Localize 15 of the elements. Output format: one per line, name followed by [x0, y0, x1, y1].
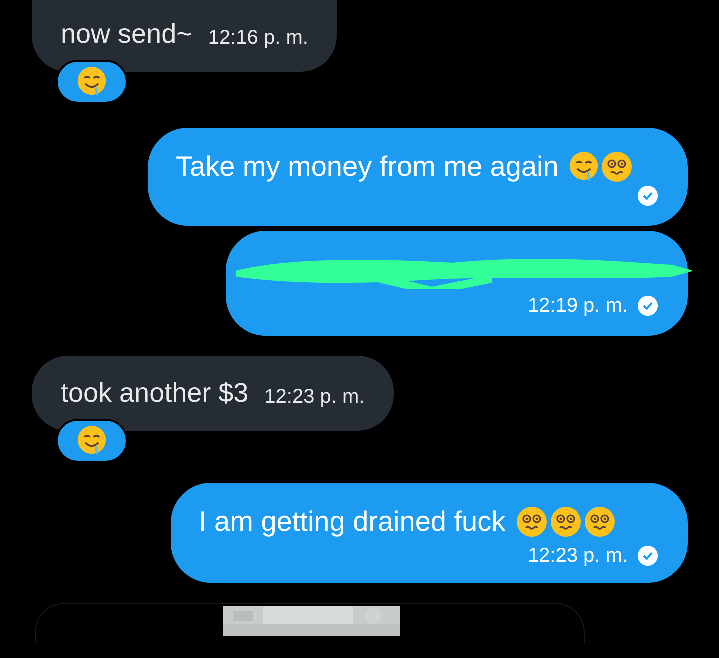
message-text: now send~: [61, 18, 192, 52]
dizzy-face-icon: [516, 506, 548, 538]
message-text: took another $3: [61, 377, 249, 410]
dizzy-face-icon: [584, 506, 616, 538]
message-text: Take my money from me again: [176, 150, 559, 184]
message-time: 12:23 p. m.: [528, 544, 628, 569]
message-time: 12:23 p. m.: [264, 384, 365, 410]
drooling-face-icon: [568, 151, 599, 183]
message-text: I am getting drained fuck: [199, 505, 506, 539]
dizzy-face-icon: [600, 151, 633, 183]
drooling-face-icon: [77, 425, 107, 457]
message-time: 12:16 p. m.: [208, 26, 308, 50]
message-time: 12:19 p. m.: [528, 294, 628, 319]
drooling-face-icon: [77, 66, 107, 98]
dizzy-face-icon: [550, 506, 582, 538]
